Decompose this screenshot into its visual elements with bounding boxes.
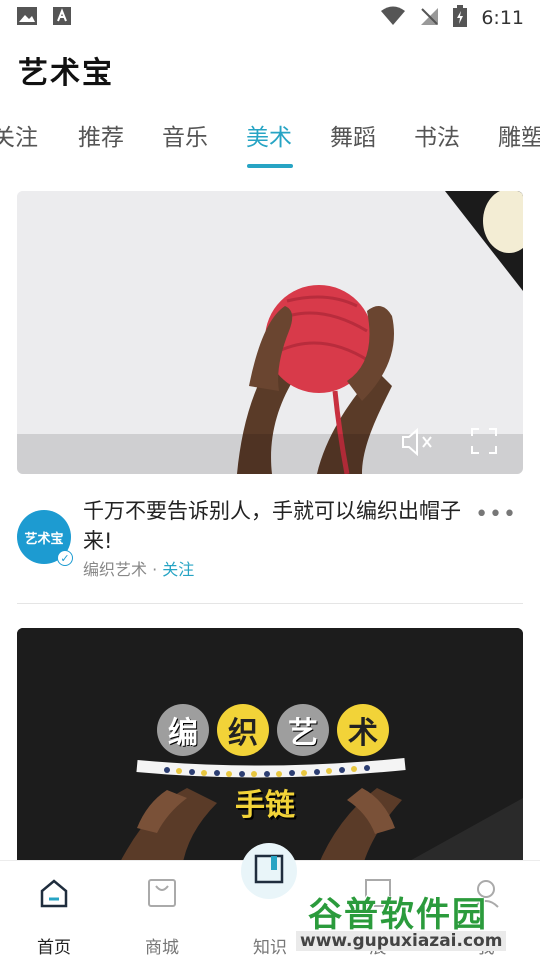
mute-icon[interactable] — [401, 427, 435, 460]
video-player[interactable] — [17, 191, 523, 474]
active-tab-indicator — [247, 164, 293, 168]
status-time: 6:11 — [481, 7, 524, 29]
site-watermark: 谷普软件园 www.gupuxiazai.com — [296, 887, 536, 957]
nav-shop-label: 商城 — [145, 938, 179, 958]
tab-dance[interactable]: 舞蹈 — [330, 118, 376, 152]
shop-bag-icon — [146, 877, 178, 913]
video-overlay-subtitle: 手链 — [235, 788, 295, 823]
separator-dot: · — [152, 560, 158, 579]
overlay-char: 织 — [217, 704, 269, 756]
author-avatar[interactable]: 艺术宝 ✓ — [17, 510, 73, 566]
more-options-icon[interactable]: ••• — [475, 502, 517, 527]
wifi-icon — [381, 6, 406, 30]
author-name[interactable]: 编织艺术 — [83, 560, 147, 579]
no-signal-icon — [419, 6, 439, 30]
watermark-url: www.gupuxiazai.com — [296, 931, 507, 951]
overlay-char: 术 — [337, 704, 389, 756]
category-tabs: 关注 推荐 音乐 美术 舞蹈 书法 雕塑 — [0, 108, 540, 168]
post-info: 艺术宝 ✓ 千万不要告诉别人，手就可以编织出帽子来! 编织艺术 · 关注 ••• — [17, 494, 523, 584]
book-icon — [253, 853, 285, 889]
video-overlay-title: 编 织 艺 术 — [157, 704, 389, 756]
video-controls — [401, 427, 497, 460]
avatar-text: 艺术宝 — [24, 531, 64, 547]
video-thumbnail-2[interactable]: 编 织 艺 术 手链 — [17, 628, 523, 868]
tab-fine-art[interactable]: 美术 — [246, 118, 292, 152]
tab-recommend[interactable]: 推荐 — [78, 118, 124, 152]
nav-home[interactable]: 首页 — [14, 877, 94, 958]
gallery-notification-icon — [16, 6, 38, 30]
nav-shop[interactable]: 商城 — [122, 877, 202, 958]
post-subline: 编织艺术 · 关注 — [83, 556, 194, 580]
follow-button[interactable]: 关注 — [162, 560, 194, 579]
watermark-text: 谷普软件园 — [308, 895, 488, 935]
tab-calligraphy[interactable]: 书法 — [414, 118, 460, 152]
tab-music[interactable]: 音乐 — [162, 118, 208, 152]
overlay-char: 艺 — [277, 704, 329, 756]
feed-divider — [17, 603, 523, 604]
tab-follow[interactable]: 关注 — [0, 118, 38, 152]
knowledge-bubble[interactable] — [241, 843, 297, 899]
battery-icon — [453, 5, 468, 31]
tab-sculpture[interactable]: 雕塑 — [498, 118, 540, 152]
status-bar: 6:11 — [0, 0, 540, 36]
nav-home-label: 首页 — [37, 938, 71, 958]
app-header: 艺术宝 — [0, 40, 540, 100]
post-title[interactable]: 千万不要告诉别人，手就可以编织出帽子来! — [83, 496, 463, 556]
verified-badge-icon: ✓ — [57, 550, 73, 566]
overlay-char: 编 — [157, 704, 209, 756]
font-notification-icon — [52, 6, 72, 30]
app-title: 艺术宝 — [18, 56, 114, 91]
home-icon — [38, 877, 70, 913]
fullscreen-icon[interactable] — [471, 428, 497, 460]
